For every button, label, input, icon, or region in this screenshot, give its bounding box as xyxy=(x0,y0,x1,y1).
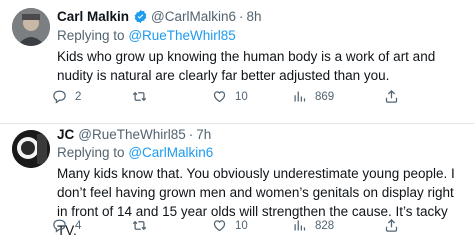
retweet-button[interactable] xyxy=(132,89,155,104)
reply-count: 4 xyxy=(75,219,82,232)
avatar[interactable] xyxy=(12,130,50,168)
views-count: 828 xyxy=(315,219,335,232)
like-icon xyxy=(213,220,226,232)
timestamp[interactable]: 7h xyxy=(196,127,211,142)
like-icon xyxy=(213,91,226,103)
views-count: 869 xyxy=(315,90,335,103)
views-icon xyxy=(294,220,306,231)
verified-badge-icon xyxy=(133,9,148,24)
separator-dot: · xyxy=(188,127,194,142)
replying-to: Replying to @CarlMalkin6 xyxy=(57,145,213,160)
replying-to-link[interactable]: @CarlMalkin6 xyxy=(128,145,213,160)
retweet-button[interactable] xyxy=(132,218,155,233)
author-name[interactable]: JC xyxy=(57,127,74,142)
views-button[interactable]: 869 xyxy=(292,89,334,104)
share-icon xyxy=(385,89,398,103)
share-button[interactable] xyxy=(384,89,399,104)
share-button[interactable] xyxy=(384,218,399,233)
timestamp[interactable]: 8h xyxy=(247,9,262,24)
retweet-icon xyxy=(132,91,147,102)
tweet-card[interactable]: Carl Malkin @CarlMalkin6 · 8h Replying t… xyxy=(0,0,474,123)
reply-count: 2 xyxy=(75,90,82,103)
like-button[interactable]: 10 xyxy=(212,218,248,233)
tweet-card[interactable]: JC @RueTheWhirl85 · 7h Replying to @Carl… xyxy=(0,124,474,246)
reply-button[interactable]: 4 xyxy=(52,218,81,233)
tweet-header: Carl Malkin @CarlMalkin6 · 8h xyxy=(57,9,262,24)
share-icon xyxy=(385,218,398,232)
tweet-header: JC @RueTheWhirl85 · 7h xyxy=(57,127,211,142)
author-name[interactable]: Carl Malkin xyxy=(57,9,129,24)
replying-prefix: Replying to xyxy=(57,28,125,43)
replying-prefix: Replying to xyxy=(57,145,125,160)
author-handle[interactable]: @CarlMalkin6 xyxy=(151,9,236,24)
retweet-icon xyxy=(132,220,147,231)
author-handle[interactable]: @RueTheWhirl85 xyxy=(78,127,186,142)
reply-icon xyxy=(53,90,66,104)
avatar[interactable] xyxy=(12,8,50,46)
tweet-actions: 4 10 828 xyxy=(52,218,462,236)
like-count: 10 xyxy=(235,90,248,103)
tweet-actions: 2 10 869 xyxy=(52,89,462,107)
reply-icon xyxy=(53,219,66,233)
tweet-text: Kids who grow up knowing the human body … xyxy=(57,49,436,83)
replying-to-link[interactable]: @RueTheWhirl85 xyxy=(128,28,236,43)
views-icon xyxy=(294,91,306,102)
like-button[interactable]: 10 xyxy=(212,89,248,104)
replying-to: Replying to @RueTheWhirl85 xyxy=(57,28,236,43)
separator-dot: · xyxy=(239,9,244,24)
views-button[interactable]: 828 xyxy=(292,218,334,233)
reply-button[interactable]: 2 xyxy=(52,89,81,104)
like-count: 10 xyxy=(235,219,248,232)
